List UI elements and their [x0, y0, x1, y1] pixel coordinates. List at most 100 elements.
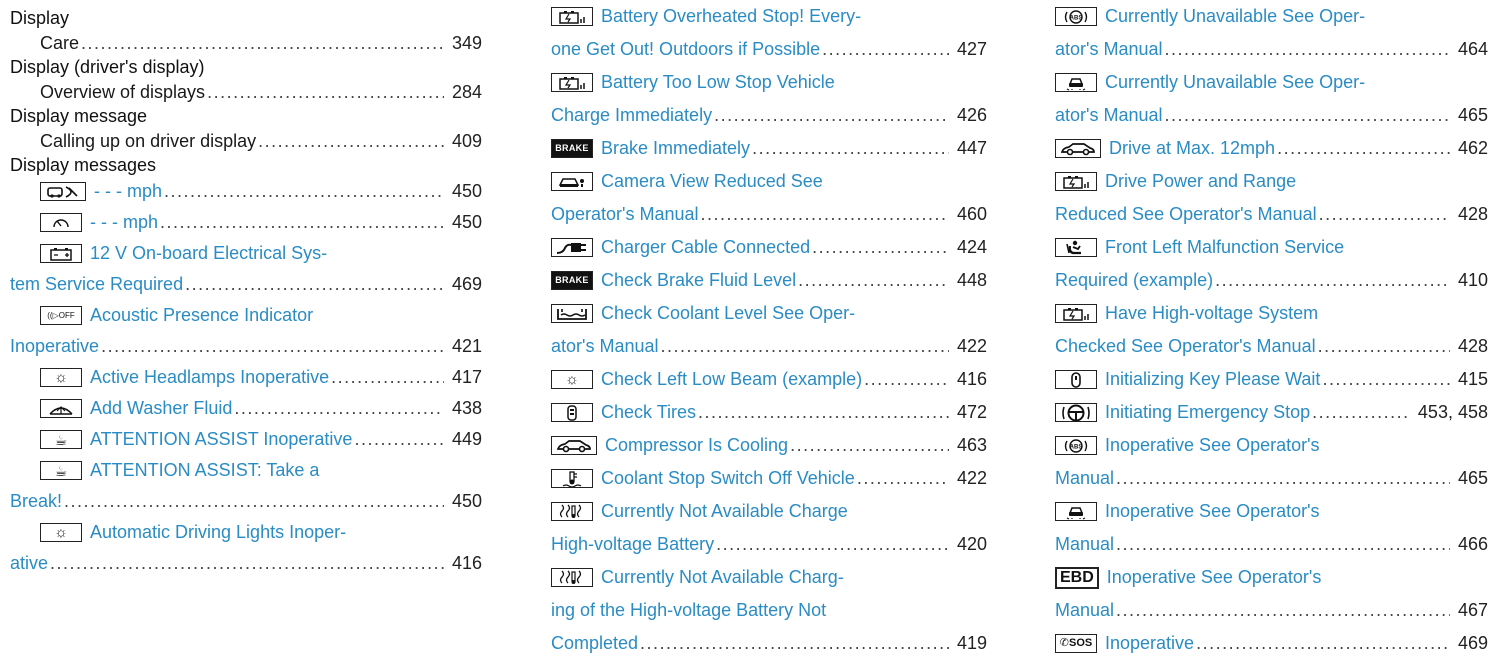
page-number[interactable]: 417: [446, 362, 482, 393]
message-link[interactable]: Currently Unavailable See Oper-: [1105, 66, 1365, 99]
message-link[interactable]: Initiating Emergency Stop: [1105, 396, 1310, 429]
message-link[interactable]: Manual: [1055, 462, 1114, 495]
page-number[interactable]: 469: [446, 269, 482, 300]
page-number[interactable]: 472: [951, 396, 987, 429]
message-link[interactable]: Check Coolant Level See Oper-: [601, 297, 855, 330]
message-link[interactable]: Checked See Operator's Manual: [1055, 330, 1316, 363]
page-number[interactable]: 416: [446, 548, 482, 579]
message-link[interactable]: Inoperative See Operator's: [1107, 561, 1322, 594]
message-entry-line[interactable]: EBD Inoperative See Operator's: [1055, 561, 1488, 594]
message-link[interactable]: - - - mph: [94, 176, 162, 207]
message-link[interactable]: Compressor Is Cooling: [605, 429, 788, 462]
page-number[interactable]: 469: [1452, 627, 1488, 660]
message-entry-line[interactable]: Check Coolant Level See Oper-: [551, 297, 987, 330]
message-link[interactable]: Check Left Low Beam (example): [601, 363, 862, 396]
message-link[interactable]: Drive Power and Range: [1105, 165, 1296, 198]
message-entry-line[interactable]: Compressor Is Cooling 463: [551, 429, 987, 462]
page-number[interactable]: 463: [951, 429, 987, 462]
message-link[interactable]: Reduced See Operator's Manual: [1055, 198, 1317, 231]
page-number[interactable]: 420: [951, 528, 987, 561]
page-number[interactable]: 465: [1452, 462, 1488, 495]
message-link[interactable]: 12 V On-board Electrical Sys-: [90, 238, 327, 269]
message-link[interactable]: Drive at Max. 12mph: [1109, 132, 1275, 165]
message-entry-line[interactable]: Currently Unavailable See Oper-: [1055, 66, 1488, 99]
message-entry-line[interactable]: BRAKE Check Brake Fluid Level 448: [551, 264, 987, 297]
message-link[interactable]: Inoperative See Operator's: [1105, 495, 1320, 528]
page-number[interactable]: 448: [951, 264, 987, 297]
message-entry-line[interactable]: 12 V On-board Electrical Sys-: [10, 238, 482, 269]
message-entry-line[interactable]: Initiating Emergency Stop 453, 458: [1055, 396, 1488, 429]
message-entry-line[interactable]: Front Left Malfunction Service: [1055, 231, 1488, 264]
message-entry-line[interactable]: Drive Power and Range: [1055, 165, 1488, 198]
message-entry-line[interactable]: Initializing Key Please Wait 415: [1055, 363, 1488, 396]
message-link[interactable]: Manual: [1055, 528, 1114, 561]
message-entry-line[interactable]: ☕ ATTENTION ASSIST: Take a: [10, 455, 482, 486]
message-link[interactable]: Battery Overheated Stop! Every-: [601, 0, 861, 33]
page-number[interactable]: 450: [446, 486, 482, 517]
message-link[interactable]: High-voltage Battery: [551, 528, 714, 561]
message-link[interactable]: Currently Not Available Charge: [601, 495, 848, 528]
message-entry-line[interactable]: ☼ Active Headlamps Inoperative 417: [10, 362, 482, 393]
page-number[interactable]: 464: [1452, 33, 1488, 66]
message-link[interactable]: Automatic Driving Lights Inoper-: [90, 517, 346, 548]
message-entry-line[interactable]: Charger Cable Connected 424: [551, 231, 987, 264]
page-number[interactable]: 449: [446, 424, 482, 455]
page-number[interactable]: 410: [1452, 264, 1488, 297]
page-number[interactable]: 450: [446, 176, 482, 207]
page-number[interactable]: 419: [951, 627, 987, 660]
page-number[interactable]: 424: [951, 231, 987, 264]
message-entry-line[interactable]: Inoperative See Operator's: [1055, 495, 1488, 528]
message-link[interactable]: ing of the High-voltage Battery Not: [551, 594, 826, 627]
page-number[interactable]: 421: [446, 331, 482, 362]
page-number[interactable]: 426: [951, 99, 987, 132]
page-number[interactable]: 466: [1452, 528, 1488, 561]
message-link[interactable]: Camera View Reduced See: [601, 165, 823, 198]
message-link[interactable]: ator's Manual: [1055, 99, 1163, 132]
message-entry-line[interactable]: Battery Too Low Stop Vehicle: [551, 66, 987, 99]
message-entry-line[interactable]: BRAKE Brake Immediately 447: [551, 132, 987, 165]
page-number[interactable]: 462: [1452, 132, 1488, 165]
message-link[interactable]: Operator's Manual: [551, 198, 699, 231]
message-link[interactable]: ator's Manual: [1055, 33, 1163, 66]
page-number[interactable]: 428: [1452, 198, 1488, 231]
page-number[interactable]: 416: [951, 363, 987, 396]
message-entry-line[interactable]: ☼ Automatic Driving Lights Inoper-: [10, 517, 482, 548]
message-link[interactable]: ative: [10, 548, 48, 579]
message-entry-line[interactable]: Camera View Reduced See: [551, 165, 987, 198]
message-link[interactable]: Charge Immediately: [551, 99, 712, 132]
message-link[interactable]: Inoperative: [10, 331, 99, 362]
message-entry-line[interactable]: Drive at Max. 12mph 462: [1055, 132, 1488, 165]
message-entry-line[interactable]: Battery Overheated Stop! Every-: [551, 0, 987, 33]
message-entry-line[interactable]: ✆SOS Inoperative 469: [1055, 627, 1488, 660]
message-link[interactable]: Currently Unavailable See Oper-: [1105, 0, 1365, 33]
page-number[interactable]: 422: [951, 330, 987, 363]
message-link[interactable]: ATTENTION ASSIST Inoperative: [90, 424, 352, 455]
message-link[interactable]: Coolant Stop Switch Off Vehicle: [601, 462, 855, 495]
page-number[interactable]: 467: [1452, 594, 1488, 627]
message-link[interactable]: Acoustic Presence Indicator: [90, 300, 313, 331]
message-entry-line[interactable]: ABS Currently Unavailable See Oper-: [1055, 0, 1488, 33]
page-number[interactable]: 438: [446, 393, 482, 424]
page-number[interactable]: 428: [1452, 330, 1488, 363]
message-link[interactable]: ATTENTION ASSIST: Take a: [90, 455, 319, 486]
page-number[interactable]: 453, 458: [1412, 396, 1488, 429]
message-link[interactable]: Initializing Key Please Wait: [1105, 363, 1320, 396]
message-link[interactable]: Charger Cable Connected: [601, 231, 810, 264]
message-link[interactable]: Currently Not Available Charg-: [601, 561, 844, 594]
page-number[interactable]: 415: [1452, 363, 1488, 396]
message-entry-line[interactable]: Add Washer Fluid 438: [10, 393, 482, 424]
message-entry-line[interactable]: - - - mph 450: [10, 207, 482, 238]
message-entry-line[interactable]: Check Tires 472: [551, 396, 987, 429]
message-entry-line[interactable]: ABS Inoperative See Operator's: [1055, 429, 1488, 462]
message-link[interactable]: tem Service Required: [10, 269, 183, 300]
message-link[interactable]: Front Left Malfunction Service: [1105, 231, 1344, 264]
message-link[interactable]: Manual: [1055, 594, 1114, 627]
page-number[interactable]: 427: [951, 33, 987, 66]
message-link[interactable]: Have High-voltage System: [1105, 297, 1318, 330]
message-link[interactable]: Required (example): [1055, 264, 1213, 297]
message-link[interactable]: Break!: [10, 486, 62, 517]
message-entry-line[interactable]: Currently Not Available Charge: [551, 495, 987, 528]
message-link[interactable]: Add Washer Fluid: [90, 393, 232, 424]
message-link[interactable]: Check Brake Fluid Level: [601, 264, 796, 297]
message-link[interactable]: ator's Manual: [551, 330, 659, 363]
